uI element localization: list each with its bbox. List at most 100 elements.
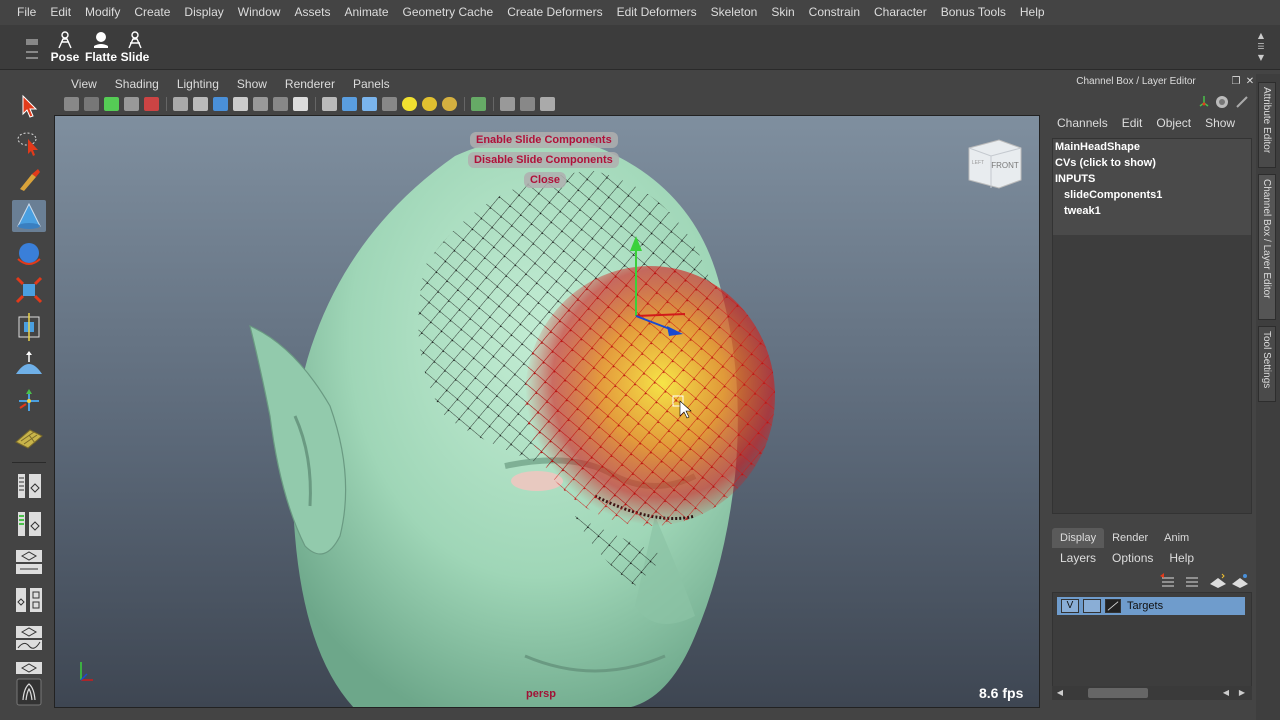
shelf-menu-handle[interactable]: [20, 29, 44, 67]
text-overlay-icon[interactable]: [293, 97, 308, 111]
safe-action-icon[interactable]: [253, 97, 268, 111]
tab-display[interactable]: Display: [1052, 528, 1105, 548]
layout-graph-editor-button[interactable]: [12, 622, 46, 654]
tab-tool-settings[interactable]: Tool Settings: [1258, 326, 1276, 402]
disable-slide-components-item[interactable]: Disable Slide Components: [468, 152, 619, 168]
select-tool[interactable]: [12, 90, 46, 122]
wireframe-icon[interactable]: [322, 97, 337, 111]
object-menu[interactable]: Object: [1149, 116, 1198, 130]
shelf-flatten-button[interactable]: Flatte: [84, 29, 118, 67]
edit-menu[interactable]: Edit: [1115, 116, 1150, 130]
enable-slide-components-item[interactable]: Enable Slide Components: [470, 132, 618, 148]
float-panel-icon[interactable]: ❐: [1230, 76, 1242, 88]
speed-toggle-icon[interactable]: [1214, 94, 1230, 110]
menu-create-deformers[interactable]: Create Deformers: [500, 0, 609, 25]
high-quality-icon[interactable]: [442, 97, 457, 111]
shelf-scroll-menu-icon[interactable]: ☰: [1254, 42, 1268, 53]
panel-menu-shading[interactable]: Shading: [106, 77, 168, 91]
menu-geometry-cache[interactable]: Geometry Cache: [396, 0, 501, 25]
tab-channel-box[interactable]: Channel Box / Layer Editor: [1258, 174, 1276, 320]
shelf-slide-button[interactable]: Slide: [118, 29, 152, 67]
scroll-thumb[interactable]: [1088, 688, 1148, 698]
shelf-scroll-down-icon[interactable]: ▼: [1254, 53, 1268, 64]
resolution-gate-icon[interactable]: [193, 97, 208, 111]
menu-constrain[interactable]: Constrain: [802, 0, 867, 25]
menu-edit[interactable]: Edit: [43, 0, 78, 25]
layout-two-panes-button[interactable]: [12, 508, 46, 540]
last-tool[interactable]: [12, 422, 46, 454]
isolate-select-icon[interactable]: [471, 97, 486, 111]
manipulator-toggle-icon[interactable]: [1196, 94, 1212, 110]
input-slide-components[interactable]: slideComponents1: [1064, 189, 1162, 201]
menu-bonus-tools[interactable]: Bonus Tools: [934, 0, 1013, 25]
use-all-lights-icon[interactable]: [402, 97, 417, 111]
hyper-toggle-icon[interactable]: [1234, 94, 1250, 110]
close-panel-icon[interactable]: ✕: [1244, 76, 1256, 88]
channels-menu[interactable]: Channels: [1050, 116, 1115, 130]
move-layer-down-icon[interactable]: [1186, 577, 1198, 587]
create-layer-from-selection-icon[interactable]: [1232, 574, 1248, 588]
soft-modification-tool[interactable]: [12, 348, 46, 380]
panel-menu-view[interactable]: View: [62, 77, 106, 91]
universal-manipulator-tool[interactable]: [12, 311, 46, 343]
select-camera-icon[interactable]: [64, 97, 79, 111]
layout-uv-button[interactable]: [12, 658, 46, 674]
textured-icon[interactable]: [382, 97, 397, 111]
lasso-tool[interactable]: [12, 127, 46, 159]
menu-create[interactable]: Create: [127, 0, 177, 25]
layer-row[interactable]: V Targets: [1057, 597, 1245, 615]
scroll-left-icon[interactable]: ◀: [1054, 687, 1066, 699]
tab-anim[interactable]: Anim: [1156, 528, 1197, 548]
layer-color-swatch[interactable]: [1105, 599, 1121, 613]
xray-joints-icon[interactable]: [520, 97, 535, 111]
grid-toggle-icon[interactable]: [144, 97, 159, 111]
close-item[interactable]: Close: [524, 172, 566, 188]
image-plane-icon[interactable]: [124, 97, 139, 111]
show-menu[interactable]: Show: [1198, 116, 1242, 130]
layout-outliner-button[interactable]: [12, 546, 46, 578]
menu-skin[interactable]: Skin: [764, 0, 801, 25]
menu-modify[interactable]: Modify: [78, 0, 127, 25]
smooth-shade-icon[interactable]: [342, 97, 357, 111]
tab-attribute-editor[interactable]: Attribute Editor: [1258, 82, 1276, 168]
scroll-right-icon[interactable]: ▶: [1236, 687, 1248, 699]
panel-menu-panels[interactable]: Panels: [344, 77, 399, 91]
menu-display[interactable]: Display: [177, 0, 230, 25]
panel-menu-lighting[interactable]: Lighting: [168, 77, 228, 91]
panel-menu-show[interactable]: Show: [228, 77, 276, 91]
menu-animate[interactable]: Animate: [337, 0, 395, 25]
menu-assets[interactable]: Assets: [287, 0, 337, 25]
scroll-left-end-icon[interactable]: ◀: [1220, 687, 1232, 699]
safe-title-icon[interactable]: [273, 97, 288, 111]
show-manipulator-tool[interactable]: [12, 385, 46, 417]
menu-file[interactable]: File: [10, 0, 43, 25]
panel-menu-renderer[interactable]: Renderer: [276, 77, 344, 91]
help-menu[interactable]: Help: [1161, 550, 1202, 566]
layer-list-scrollbar[interactable]: ◀ ◀ ▶: [1052, 686, 1252, 700]
layer-name[interactable]: Targets: [1127, 599, 1163, 613]
tab-render[interactable]: Render: [1104, 528, 1156, 548]
shelf-pose-button[interactable]: Pose: [48, 29, 82, 67]
field-chart-icon[interactable]: [233, 97, 248, 111]
shadows-icon[interactable]: [422, 97, 437, 111]
move-layer-up-icon[interactable]: [1160, 573, 1174, 587]
layout-single-button[interactable]: [12, 470, 46, 502]
menu-help[interactable]: Help: [1013, 0, 1052, 25]
rotate-tool[interactable]: [12, 237, 46, 269]
viewport-persp[interactable]: Enable Slide Components Disable Slide Co…: [54, 115, 1040, 708]
options-menu[interactable]: Options: [1104, 550, 1161, 566]
menu-edit-deformers[interactable]: Edit Deformers: [610, 0, 704, 25]
layer-playback-toggle[interactable]: [1083, 599, 1101, 613]
layers-menu[interactable]: Layers: [1052, 550, 1104, 566]
input-tweak[interactable]: tweak1: [1064, 205, 1101, 217]
cvs-toggle[interactable]: CVs (click to show): [1055, 157, 1156, 169]
gate-mask-icon[interactable]: [213, 97, 228, 111]
camera-attributes-icon[interactable]: [84, 97, 99, 111]
xray-components-icon[interactable]: [540, 97, 555, 111]
layer-visibility-toggle[interactable]: V: [1061, 599, 1079, 613]
quick-layout-button[interactable]: [12, 676, 46, 708]
scale-tool[interactable]: [12, 274, 46, 306]
paint-select-tool[interactable]: [12, 164, 46, 196]
xray-icon[interactable]: [500, 97, 515, 111]
film-gate-icon[interactable]: [173, 97, 188, 111]
